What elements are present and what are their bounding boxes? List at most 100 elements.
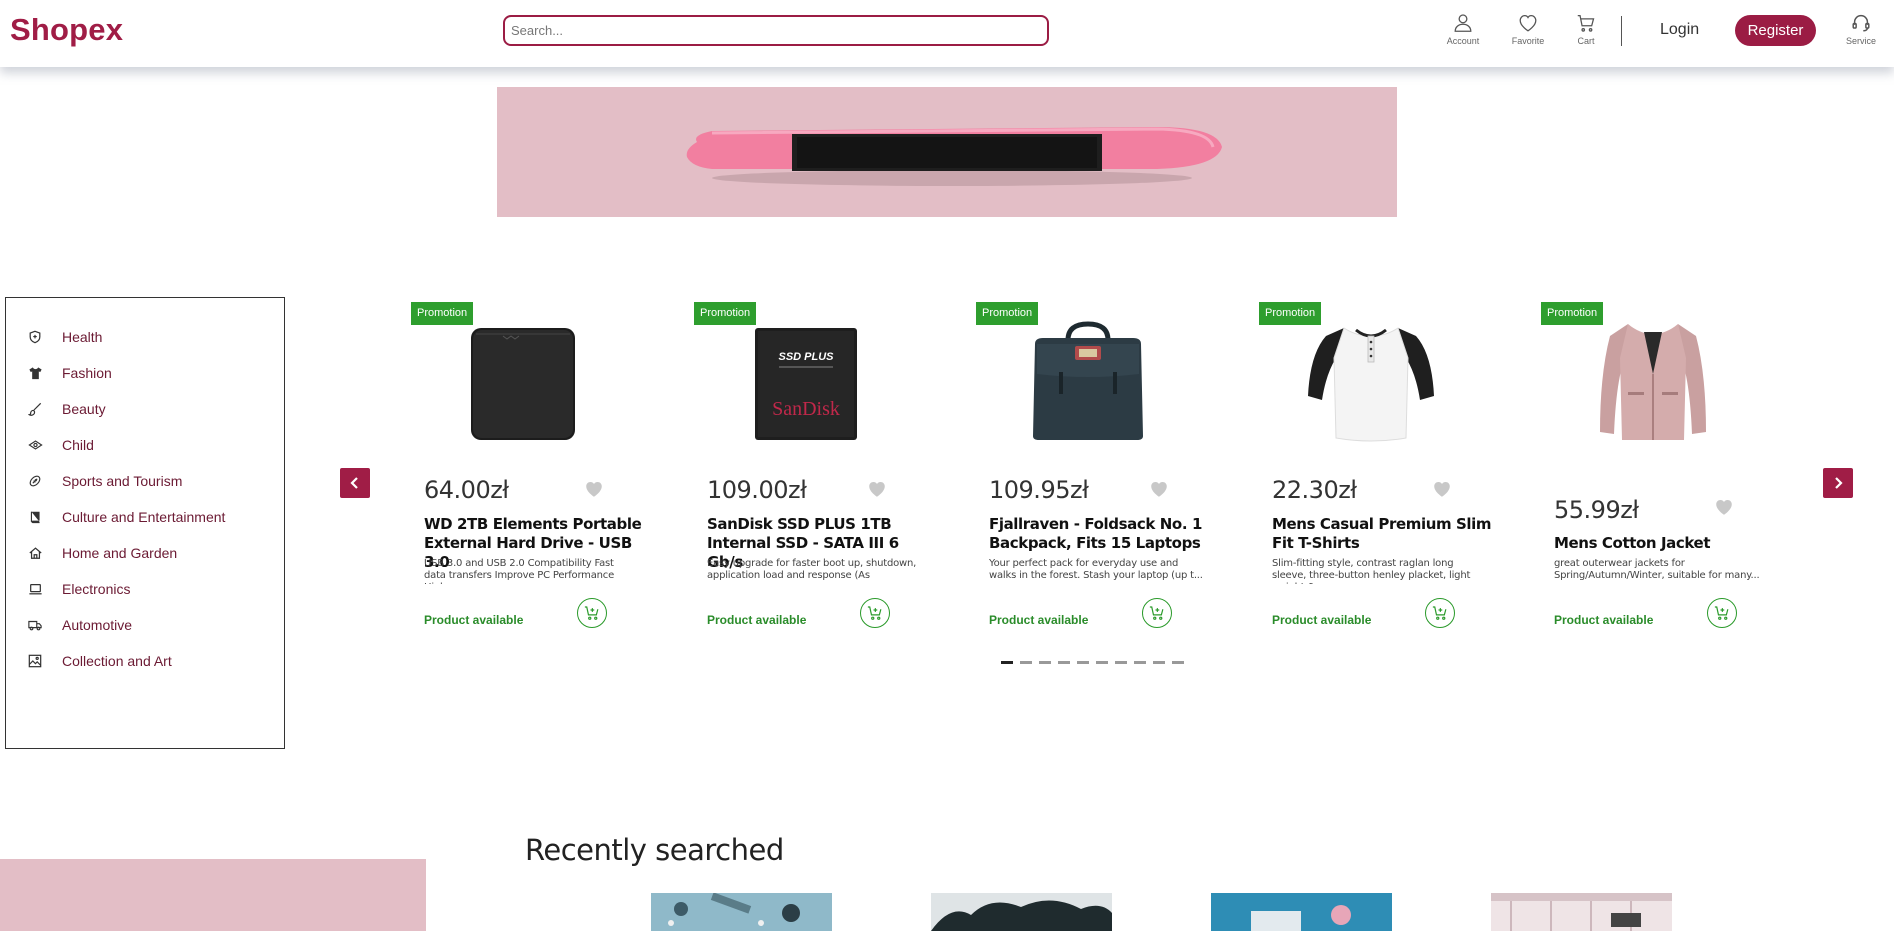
favorite-button[interactable]: Favorite — [1506, 12, 1550, 46]
carousel-dot[interactable] — [1096, 661, 1108, 664]
product-title[interactable]: Mens Cotton Jacket — [1554, 534, 1774, 553]
picture-icon — [27, 653, 43, 669]
category-label: Culture and Entertainment — [62, 509, 226, 525]
product-image-backpack — [1033, 321, 1143, 440]
product-image-jacket — [1600, 324, 1706, 440]
service-button[interactable]: Service — [1839, 12, 1883, 46]
carousel-dot[interactable] — [1020, 661, 1032, 664]
favorite-label: Favorite — [1511, 36, 1545, 46]
account-label: Account — [1446, 36, 1480, 46]
carousel-next-button[interactable] — [1823, 468, 1853, 498]
add-to-cart-icon — [1432, 606, 1447, 620]
category-label: Automotive — [62, 617, 133, 633]
category-label: Health — [62, 329, 103, 345]
skateboard-image — [686, 127, 1222, 186]
add-to-cart-button[interactable] — [1142, 598, 1172, 628]
heart-icon[interactable] — [867, 480, 887, 498]
product-card[interactable]: Promotion 55.99zł Mens Cotton Jacket gre… — [1538, 302, 1764, 632]
category-label: Beauty — [62, 401, 106, 417]
recent-thumbnail[interactable] — [651, 893, 832, 931]
account-button[interactable]: Account — [1441, 12, 1485, 46]
product-title[interactable]: Mens Casual Premium Slim Fit T-Shirts — [1272, 515, 1492, 553]
availability-status: Product available — [424, 613, 524, 627]
category-electronics[interactable]: Electronics — [27, 578, 130, 600]
category-automotive[interactable]: Automotive — [27, 614, 132, 636]
register-button[interactable]: Register — [1735, 15, 1816, 46]
add-to-cart-icon — [1149, 606, 1164, 620]
carousel-dot[interactable] — [1058, 661, 1070, 664]
product-price: 55.99zł — [1554, 496, 1639, 524]
add-to-cart-button[interactable] — [1425, 598, 1455, 628]
category-culture-and-entertainment[interactable]: Culture and Entertainment — [27, 506, 225, 528]
carousel-dot[interactable] — [1115, 661, 1127, 664]
service-label: Service — [1845, 36, 1876, 46]
carousel-prev-button[interactable] — [340, 468, 370, 498]
recent-image-3 — [1211, 893, 1392, 931]
category-label: Fashion — [62, 365, 112, 381]
house-icon — [27, 545, 43, 561]
availability-status: Product available — [989, 613, 1089, 627]
search-input[interactable] — [505, 17, 1047, 44]
search-box[interactable] — [503, 15, 1049, 46]
carousel-dot[interactable] — [1172, 661, 1184, 664]
category-beauty[interactable]: Beauty — [27, 398, 106, 420]
add-to-cart-button[interactable] — [577, 598, 607, 628]
product-title[interactable]: Fjallraven - Foldsack No. 1 Backpack, Fi… — [989, 515, 1209, 553]
header-divider — [1621, 16, 1622, 46]
category-sports-and-tourism[interactable]: Sports and Tourism — [27, 470, 182, 492]
availability-status: Product available — [1554, 613, 1654, 627]
product-description: USB 3.0 and USB 2.0 Compatibility Fast d… — [424, 558, 615, 584]
recent-thumbnail[interactable] — [1491, 893, 1672, 931]
recent-image-2 — [931, 893, 1112, 931]
category-menu: Health Fashion Beauty Child Sports and T… — [5, 297, 285, 749]
product-card[interactable]: Promotion 64.00zł WD 2TB Elements Portab… — [408, 302, 642, 632]
sandisk-logo-text: SanDisk — [772, 398, 840, 420]
product-description: great outerwear jackets for Spring/Autum… — [1554, 558, 1760, 581]
category-label: Collection and Art — [62, 653, 172, 669]
heart-icon[interactable] — [1149, 480, 1169, 498]
add-to-cart-icon — [584, 606, 599, 620]
heart-icon — [1519, 15, 1537, 32]
carousel-dot[interactable] — [1153, 661, 1165, 664]
category-home-and-garden[interactable]: Home and Garden — [27, 542, 177, 564]
category-collection-and-art[interactable]: Collection and Art — [27, 650, 172, 672]
recent-thumbnail[interactable] — [1211, 893, 1392, 931]
product-image-ssd: SSD PLUS SanDisk — [755, 328, 857, 440]
category-child[interactable]: Child — [27, 434, 94, 456]
heart-icon[interactable] — [1432, 480, 1452, 498]
headset-icon — [1852, 14, 1870, 32]
heart-icon[interactable] — [1714, 498, 1734, 516]
category-health[interactable]: Health — [27, 326, 102, 348]
availability-status: Product available — [707, 613, 807, 627]
cart-button[interactable]: Cart — [1564, 12, 1608, 46]
carousel-dot[interactable] — [1039, 661, 1051, 664]
product-image-hard-drive — [471, 328, 575, 440]
tshirt-icon — [27, 365, 43, 381]
category-label: Electronics — [62, 581, 131, 597]
carousel-dot[interactable] — [1134, 661, 1146, 664]
category-fashion[interactable]: Fashion — [27, 362, 112, 384]
product-card[interactable]: Promotion 109.95zł Fjallraven - Foldsack… — [973, 302, 1203, 632]
carousel-pagination — [1001, 661, 1184, 664]
product-description: Easy upgrade for faster boot up, shutdow… — [707, 558, 917, 584]
carousel-dot[interactable] — [1001, 661, 1013, 664]
logo[interactable]: Shopex — [10, 12, 123, 48]
login-link[interactable]: Login — [1660, 21, 1699, 39]
recent-thumbnail[interactable] — [931, 893, 1112, 931]
cart-label: Cart — [1577, 36, 1595, 46]
product-price: 22.30zł — [1272, 476, 1357, 504]
add-to-cart-icon — [1714, 606, 1729, 620]
carousel-dot[interactable] — [1077, 661, 1089, 664]
add-to-cart-button[interactable] — [1707, 598, 1737, 628]
child-icon — [27, 437, 43, 453]
category-label: Child — [62, 437, 94, 453]
chevron-right-icon — [1835, 477, 1843, 489]
add-to-cart-button[interactable] — [860, 598, 890, 628]
product-card[interactable]: Promotion 22.30zł Mens Casual Premium Sl… — [1256, 302, 1492, 632]
heart-icon[interactable] — [584, 480, 604, 498]
recent-image-1 — [651, 893, 832, 931]
product-card[interactable]: Promotion SSD PLUS SanDisk 109.00zł SanD… — [691, 302, 917, 632]
promo-banner[interactable] — [497, 87, 1397, 217]
add-to-cart-icon — [867, 606, 882, 620]
account-icon — [1454, 14, 1472, 32]
